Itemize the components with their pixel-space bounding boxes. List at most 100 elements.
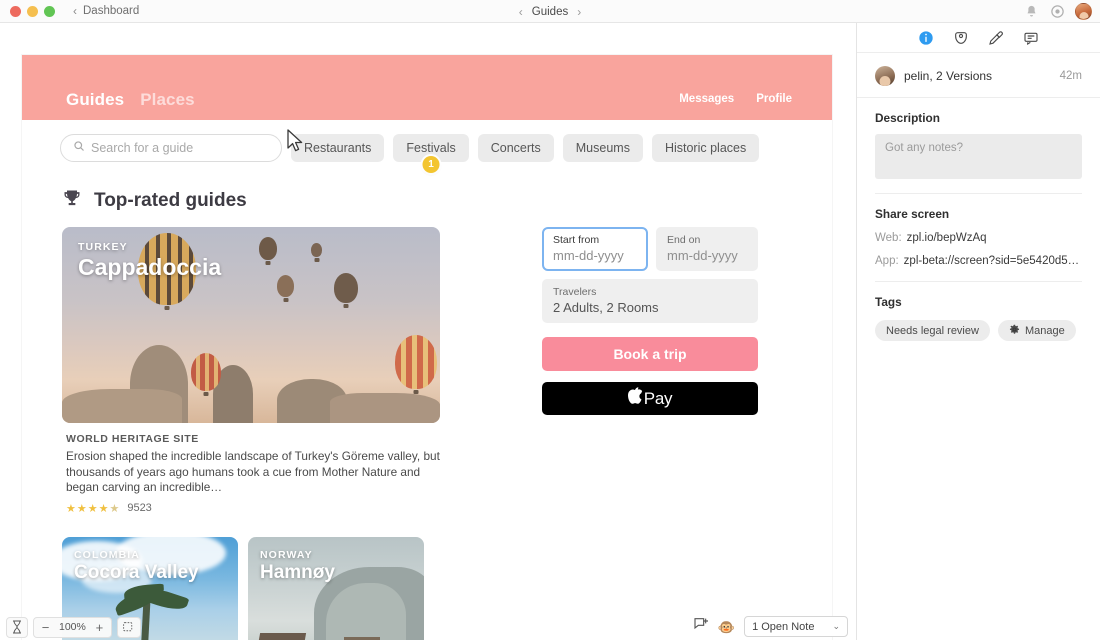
presence-avatar[interactable]: 🐵 <box>718 620 735 634</box>
trophy-icon <box>62 188 82 213</box>
end-date-field[interactable]: End on mm-dd-yyyy <box>656 227 758 271</box>
content-row: TURKEY Cappadoccia WORLD HERITAGE SITE E… <box>22 213 832 640</box>
filter-chip-concerts[interactable]: Concerts <box>477 134 554 162</box>
nav-item-guides[interactable]: Guides <box>66 90 124 110</box>
tag-label: Needs legal review <box>886 324 979 337</box>
titlebar-actions <box>1023 0 1092 23</box>
manage-tags-button[interactable]: Manage <box>997 320 1076 341</box>
breadcrumb: ‹ Guides › <box>0 0 1100 23</box>
description-heading: Description <box>875 111 940 125</box>
rating-count: 9523 <box>127 502 152 515</box>
guide-card-meta: WORLD HERITAGE SITE Erosion shaped the i… <box>62 423 440 515</box>
apple-icon <box>627 387 643 410</box>
tab-measure[interactable] <box>953 29 970 46</box>
cards-column: TURKEY Cappadoccia WORLD HERITAGE SITE E… <box>62 227 462 640</box>
chip-label: Museums <box>575 141 630 155</box>
zoom-control[interactable]: − 100% + <box>33 616 112 638</box>
card-title: Hamnøy <box>260 561 335 583</box>
nav-item-places[interactable]: Places <box>140 90 194 110</box>
nav-item-profile[interactable]: Profile <box>756 93 792 105</box>
manage-label: Manage <box>1024 324 1065 337</box>
tab-comments[interactable] <box>1023 29 1040 46</box>
site-header: Guides Places Messages Profile <box>22 55 832 120</box>
card-title: Cappadoccia <box>78 254 222 280</box>
book-a-trip-button[interactable]: Book a trip <box>542 337 758 371</box>
card-badge-label: WORLD HERITAGE SITE <box>66 433 199 445</box>
apple-pay-label: Pay <box>643 388 673 408</box>
card-country: COLOMBIA <box>74 548 140 561</box>
filter-chip-festivals[interactable]: Festivals 1 <box>393 134 469 173</box>
chevron-down-icon: ⌄ <box>832 621 840 631</box>
share-web-key: Web: <box>875 232 902 244</box>
zoom-out-button[interactable]: − <box>41 620 50 635</box>
start-date-value: mm-dd-yyyy <box>553 248 624 263</box>
share-web-row[interactable]: Web: zpl.io/bepWzAq <box>875 232 1082 244</box>
chip-label: Historic places <box>664 141 747 155</box>
share-web-value: zpl.io/bepWzAq <box>906 232 987 244</box>
open-notes-select[interactable]: 1 Open Note ⌄ <box>744 616 848 637</box>
filter-chip-historic-places[interactable]: Historic places <box>651 134 760 162</box>
inspector-panel: pelin, 2 Versions 42m Description Got an… <box>856 23 1100 640</box>
tags-list: Needs legal review Manage <box>875 320 1082 341</box>
search-icon <box>73 139 85 157</box>
inspector-tabs <box>857 23 1100 53</box>
site-primary-nav: Guides Places <box>66 90 195 110</box>
version-author-row[interactable]: pelin, 2 Versions 42m <box>857 53 1100 98</box>
card-description: Erosion shaped the incredible landscape … <box>66 449 440 495</box>
tags-section: Tags Needs legal review Manage <box>857 282 1100 341</box>
window-controls <box>0 5 55 17</box>
tag-needs-legal-review[interactable]: Needs legal review <box>875 320 990 341</box>
back-to-dashboard-button[interactable]: ‹ Dashboard <box>73 5 139 17</box>
filter-chip-restaurants[interactable]: Restaurants <box>291 134 385 162</box>
close-window-button[interactable] <box>10 5 21 17</box>
comment-pin-badge[interactable]: 1 <box>422 156 440 173</box>
lifebuoy-icon[interactable] <box>1049 3 1066 20</box>
guide-card-hamnoy[interactable]: NORWAY Hamnøy <box>248 536 424 640</box>
maximize-window-button[interactable] <box>44 5 55 17</box>
share-app-row[interactable]: App: zpl-beta://screen?sid=5e5420d553fc2… <box>875 255 1082 267</box>
bell-icon[interactable] <box>1023 3 1040 20</box>
avatar <box>875 66 895 86</box>
breadcrumb-next-icon[interactable]: › <box>577 6 581 18</box>
hourglass-icon[interactable] <box>6 616 28 638</box>
card-country: TURKEY <box>78 241 128 253</box>
gear-icon <box>1009 324 1020 338</box>
end-date-label: End on <box>667 234 701 246</box>
breadcrumb-prev-icon[interactable]: ‹ <box>519 6 523 18</box>
apple-pay-button[interactable]: Pay <box>542 382 758 415</box>
card-overlay: NORWAY Hamnøy <box>260 549 335 584</box>
chip-label: Festivals <box>406 141 456 155</box>
filter-chip-museums[interactable]: Museums <box>562 134 643 162</box>
canvas-area[interactable]: Guides Places Messages Profile Search fo… <box>0 23 856 640</box>
user-avatar[interactable] <box>1075 3 1092 20</box>
guide-card-cappadoccia[interactable]: TURKEY Cappadoccia <box>62 227 440 423</box>
share-screen-section: Share screen Web: zpl.io/bepWzAq App: zp… <box>857 194 1100 267</box>
title-bar: ‹ Dashboard ‹ Guides › <box>0 0 1100 23</box>
app-window: ‹ Dashboard ‹ Guides › Guides Places Mes… <box>0 0 1100 640</box>
search-input[interactable]: Search for a guide <box>60 134 282 162</box>
start-date-field[interactable]: Start from mm-dd-yyyy <box>542 227 648 271</box>
share-heading: Share screen <box>875 207 950 221</box>
page-title: Top-rated guides <box>94 189 247 211</box>
breadcrumb-current[interactable]: Guides <box>532 6 568 18</box>
filters-row: Search for a guide Restaurants Festivals… <box>22 120 832 173</box>
add-note-icon[interactable] <box>693 616 709 637</box>
version-timestamp: 42m <box>1059 70 1082 82</box>
open-notes-value: 1 Open Note <box>752 620 815 633</box>
card-country: NORWAY <box>260 548 313 561</box>
card-overlay: TURKEY Cappadoccia <box>78 241 221 281</box>
marquee-icon[interactable] <box>116 616 141 638</box>
travelers-field[interactable]: Travelers 2 Adults, 2 Rooms <box>542 279 758 323</box>
tab-info[interactable] <box>918 29 935 46</box>
tab-eyedropper[interactable] <box>988 29 1005 46</box>
description-section: Description Got any notes? <box>857 98 1100 179</box>
zoom-in-button[interactable]: + <box>95 620 104 635</box>
book-button-label: Book a trip <box>613 346 687 362</box>
travelers-value: 2 Adults, 2 Rooms <box>553 300 659 315</box>
description-input[interactable]: Got any notes? <box>875 134 1082 179</box>
minimize-window-button[interactable] <box>27 5 38 17</box>
travelers-label: Travelers <box>553 286 597 298</box>
nav-item-messages[interactable]: Messages <box>679 93 734 105</box>
date-fields: Start from mm-dd-yyyy End on mm-dd-yyyy <box>542 227 782 271</box>
back-label: Dashboard <box>83 5 140 17</box>
